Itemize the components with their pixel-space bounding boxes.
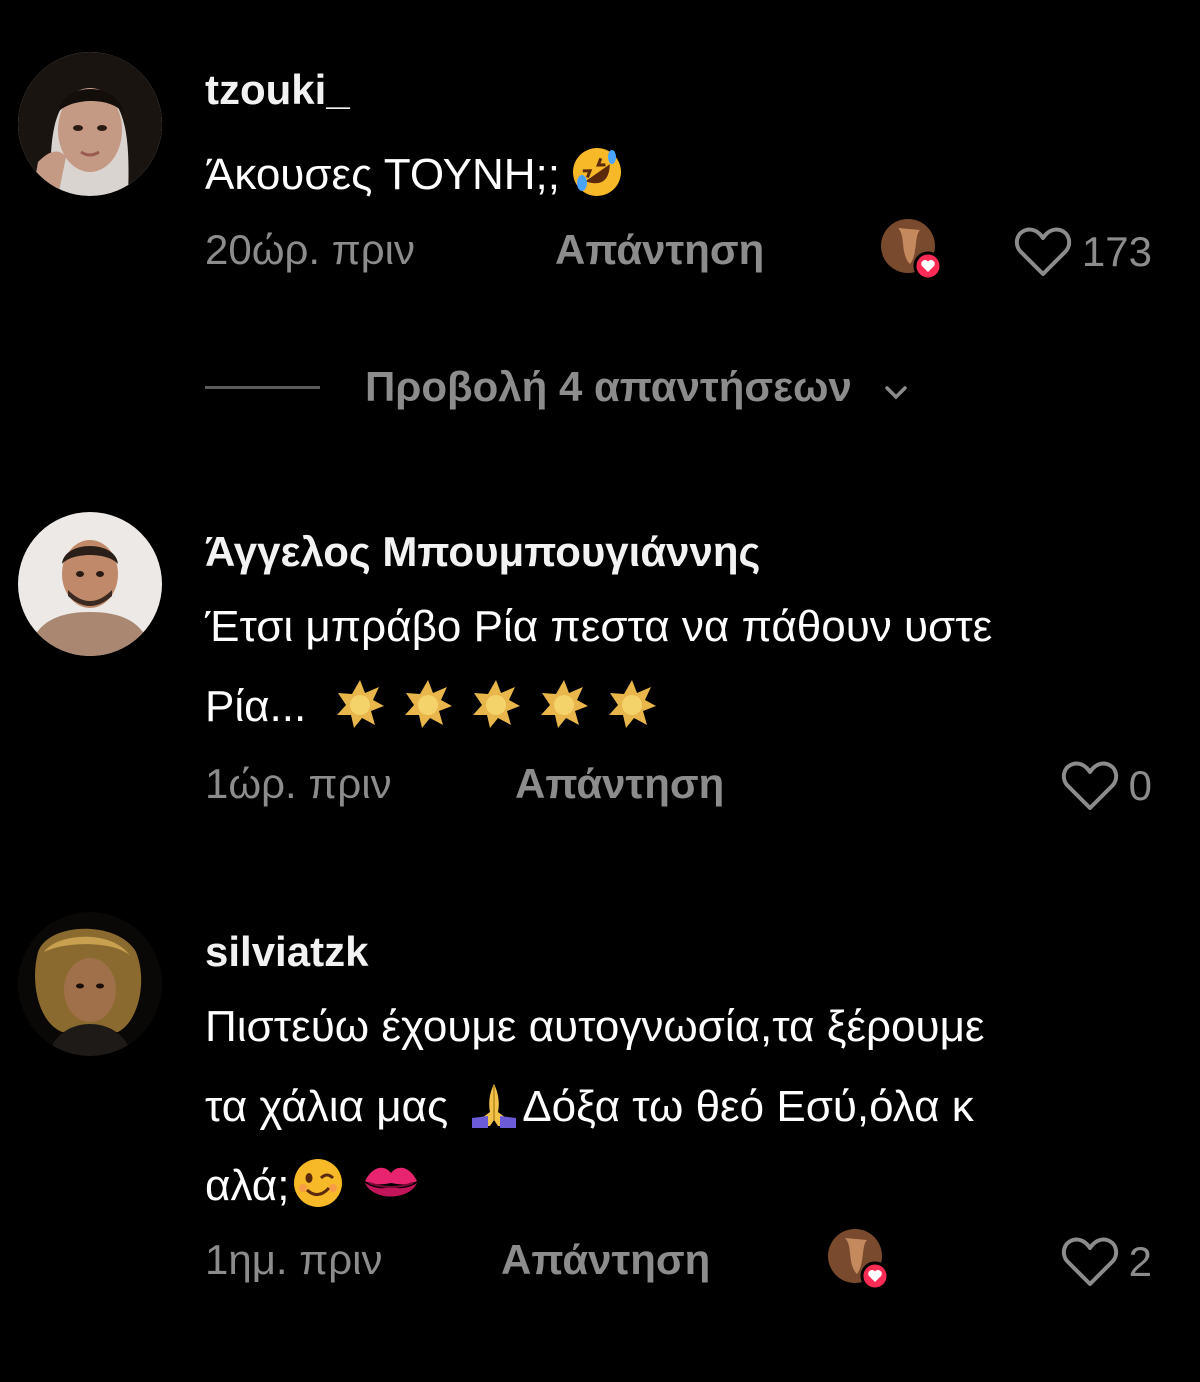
reply-button[interactable]: Απάντηση xyxy=(501,1236,710,1284)
comment-meta: 1ώρ. πριν Απάντηση 0 xyxy=(205,760,1152,820)
comment-text-line: Ρία... xyxy=(205,682,307,732)
rolling-on-floor-laughing-emoji-icon xyxy=(570,145,624,210)
comment-text-line: Άκουσες ΤΟΥΝΗ;; xyxy=(205,150,561,200)
username[interactable]: Άγγελος Μπουμπουγιάννης xyxy=(205,528,760,576)
star-burst-emoji-icon xyxy=(334,678,386,741)
creator-liked-badge xyxy=(880,218,944,282)
star-burst-emoji-icon xyxy=(538,678,590,741)
folded-hands-emoji-icon xyxy=(468,1078,520,1141)
comment-meta: 1ημ. πριν Απάντηση 2 xyxy=(205,1229,1152,1296)
heart-outline-icon xyxy=(1014,227,1072,276)
star-burst-emoji-icon xyxy=(606,678,658,741)
winking-face-emoji-icon xyxy=(291,1156,345,1221)
avatar[interactable] xyxy=(18,52,162,196)
comment-text-line: Έτσι μπράβο Ρία πεστα να πάθουν υστε xyxy=(205,602,993,651)
heart-outline-icon xyxy=(1061,1237,1118,1286)
like-button[interactable]: 173 xyxy=(1014,226,1152,278)
creator-liked-badge xyxy=(827,1228,891,1292)
avatar[interactable] xyxy=(18,912,162,1056)
comment-timestamp: 1ημ. πριν xyxy=(205,1236,383,1283)
comment-meta: 20ώρ. πριν Απάντηση 173 xyxy=(205,219,1152,286)
kiss-mark-emoji-icon xyxy=(363,1161,419,1216)
comment-text-line: τα χάλια μας xyxy=(205,1082,449,1132)
comment-text-line: αλά; xyxy=(205,1161,290,1211)
comment-timestamp: 20ώρ. πριν xyxy=(205,226,415,273)
reply-button[interactable]: Απάντηση xyxy=(515,760,724,808)
divider-line xyxy=(205,385,320,389)
comment-timestamp: 1ώρ. πριν xyxy=(205,760,392,807)
view-replies-button[interactable]: Προβολή 4 απαντήσεων xyxy=(205,362,908,412)
like-button[interactable]: 0 xyxy=(1061,760,1152,812)
like-count: 0 xyxy=(1128,762,1152,809)
comment-text-line: Πιστεύω έχουμε αυτογνωσία,τα ξέρουμε xyxy=(205,1002,985,1051)
comment-text: τα χάλια μας Δόξα τω θεό Εσύ,όλα κ xyxy=(205,1078,974,1141)
username[interactable]: tzouki_ xyxy=(205,66,350,114)
comment-text-line: Δόξα τω θεό Εσύ,όλα κ xyxy=(522,1082,974,1132)
star-burst-emoji-icon xyxy=(402,678,454,741)
like-count: 173 xyxy=(1081,228,1152,275)
like-count: 2 xyxy=(1128,1238,1152,1285)
like-button[interactable]: 2 xyxy=(1061,1236,1152,1288)
star-burst-emoji-icon xyxy=(470,678,522,741)
avatar[interactable] xyxy=(18,512,162,656)
comment-text: Ρία... xyxy=(205,678,658,741)
comment-text: αλά; xyxy=(205,1156,419,1221)
chevron-down-icon xyxy=(884,363,908,411)
view-replies-label: Προβολή 4 απαντήσεων xyxy=(365,363,852,410)
heart-outline-icon xyxy=(1061,761,1118,810)
comment-text: Άκουσες ΤΟΥΝΗ;; xyxy=(205,145,624,210)
username[interactable]: silviatzk xyxy=(205,928,368,976)
reply-button[interactable]: Απάντηση xyxy=(555,226,764,274)
